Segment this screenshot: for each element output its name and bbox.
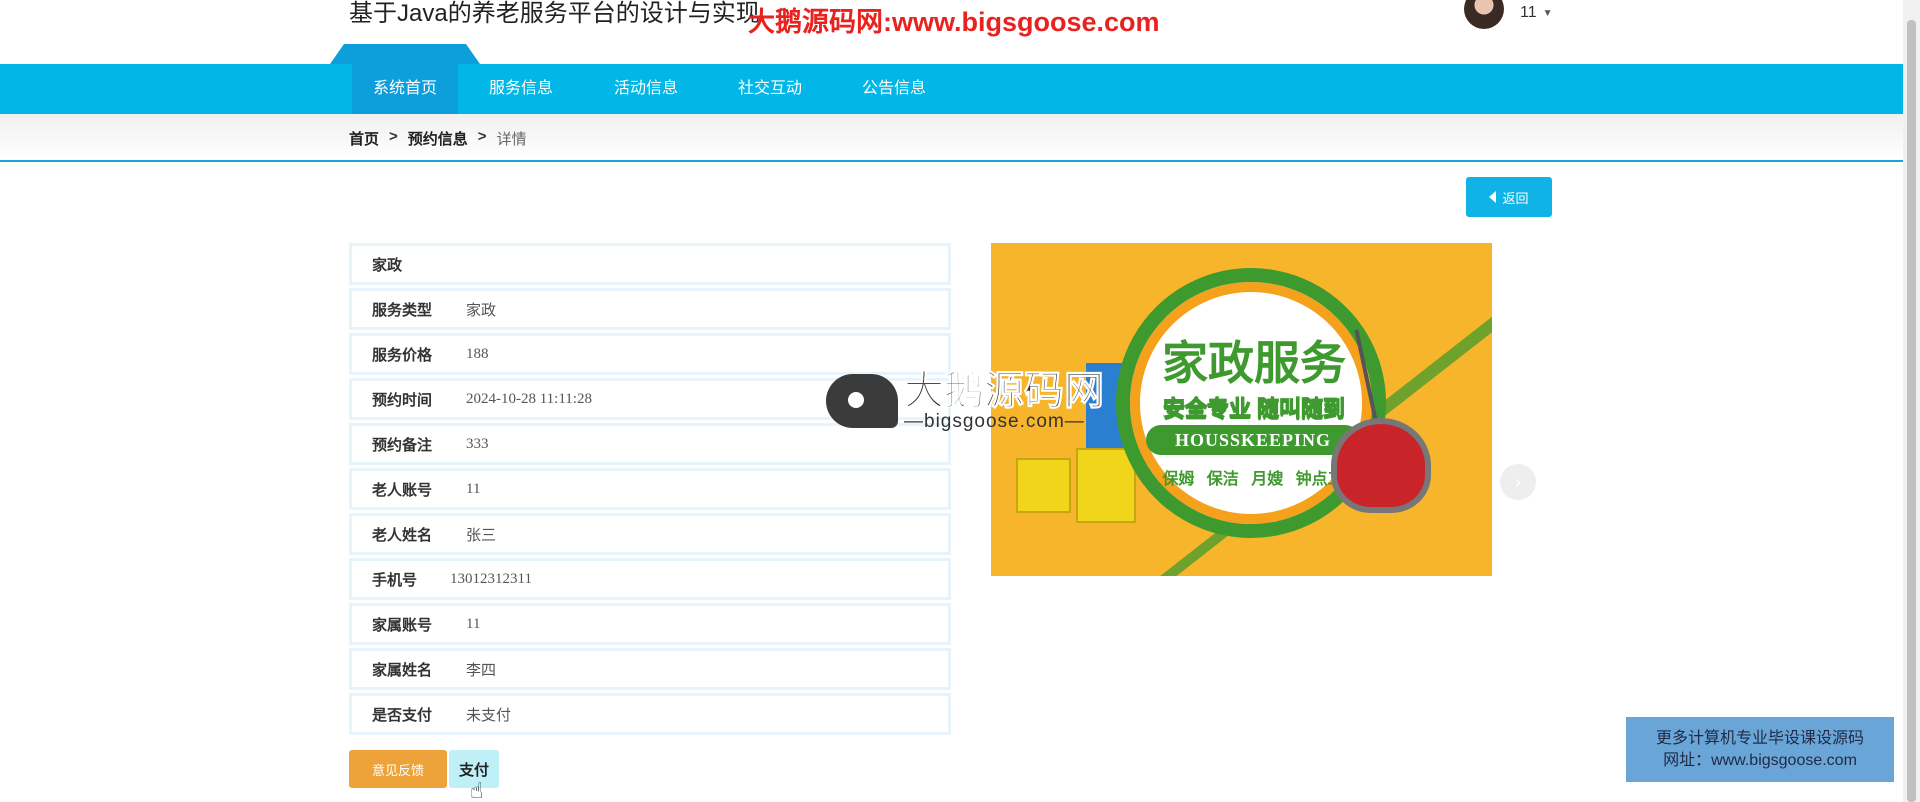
detail-value: 333 [466, 435, 489, 452]
detail-label: 服务类型 [372, 301, 433, 319]
detail-label: 家属姓名 [372, 661, 433, 679]
detail-value: 11 [466, 480, 481, 497]
detail-value: 2024-10-28 11:11:28 [466, 390, 592, 407]
bucket [1076, 448, 1136, 523]
detail-label: 老人姓名 [372, 526, 433, 544]
site-title: 基于Java的养老服务平台的设计与实现 [349, 0, 760, 27]
detail-label: 老人账号 [372, 481, 433, 499]
detail-row: 老人账号 11 [349, 468, 951, 510]
navbar [0, 64, 1903, 114]
nav-item-social[interactable]: 社交互动 [738, 64, 802, 114]
watermark-logo-title: 大鹅源码网 [904, 369, 1105, 413]
detail-value: 188 [466, 345, 489, 362]
nav-item-services[interactable]: 服务信息 [489, 64, 553, 114]
promo-line: 更多计算机专业毕设课设源码 [1655, 729, 1864, 747]
banner-services: 保姆 保洁 月嫂 钟点工 [1162, 471, 1344, 488]
user-menu[interactable]: 11 ▼ [1464, 0, 1553, 30]
detail-value: 13012312311 [450, 570, 532, 587]
breadcrumb-section[interactable]: 预约信息 [408, 128, 468, 149]
back-button-label: 返回 [1502, 190, 1529, 206]
hand-cursor-icon: ☝ [470, 778, 484, 802]
breadcrumb-current: 详情 [496, 131, 527, 148]
breadcrumb-separator: > [477, 128, 487, 145]
banner-headline: 家政服务 [1162, 337, 1346, 389]
breadcrumb: 首页 > 预约信息 > 详情 [349, 128, 527, 149]
detail-row: 服务类型 家政 [349, 288, 951, 330]
back-button[interactable]: 返回 [1466, 177, 1552, 217]
detail-row: 家属账号 11 [349, 603, 951, 645]
detail-value: 李四 [466, 662, 497, 679]
promo-line: 网址：www.bigsgoose.com [1663, 751, 1857, 769]
banner-subline: 安全专业 随叫随到 [1162, 396, 1346, 422]
watermark-text: 大鹅源码网:www.bigsgoose.com [748, 7, 1160, 37]
detail-row: 手机号 13012312311 [349, 558, 951, 600]
feedback-button[interactable]: 意见反馈 [349, 750, 447, 788]
detail-list: 家政 服务类型 家政 服务价格 188 预约时间 2024-10-28 11:1… [349, 243, 951, 738]
detail-row: 家属姓名 李四 [349, 648, 951, 690]
user-name[interactable]: 11 [1520, 4, 1537, 22]
bucket [1016, 458, 1071, 513]
detail-label: 手机号 [372, 571, 418, 589]
breadcrumb-bar [0, 114, 1903, 162]
watermark-logo: 大鹅源码网 —bigsgoose.com— [826, 369, 1105, 432]
detail-label: 是否支付 [372, 706, 433, 724]
caret-left-icon [1489, 191, 1497, 203]
detail-label: 预约备注 [372, 436, 433, 454]
avatar[interactable] [1464, 0, 1504, 29]
detail-row: 是否支付 未支付 [349, 693, 951, 735]
chevron-down-icon[interactable]: ▼ [1543, 8, 1553, 19]
promo-box: 更多计算机专业毕设课设源码 网址：www.bigsgoose.com [1626, 717, 1894, 782]
watermark-logo-url: —bigsgoose.com— [904, 411, 1085, 432]
detail-value: 11 [466, 615, 481, 632]
nav-item-home[interactable]: 系统首页 [330, 44, 480, 114]
banner-ribbon: HOUSSKEEPING [1146, 425, 1360, 455]
detail-label: 家属账号 [372, 616, 433, 634]
detail-row: 老人姓名 张三 [349, 513, 951, 555]
nav-item-activities[interactable]: 活动信息 [614, 64, 678, 114]
detail-row: 服务价格 188 [349, 333, 951, 375]
nav-item-notices[interactable]: 公告信息 [862, 64, 926, 114]
detail-value: 张三 [466, 527, 497, 544]
nav-item-label[interactable]: 系统首页 [352, 74, 458, 98]
breadcrumb-home[interactable]: 首页 [349, 128, 379, 149]
scrollbar[interactable] [1903, 0, 1920, 802]
detail-title: 家政 [372, 256, 403, 274]
detail-label: 服务价格 [372, 346, 433, 364]
detail-label: 预约时间 [372, 391, 433, 409]
carousel-next-button[interactable]: › [1500, 464, 1536, 500]
detail-title-row: 家政 [349, 243, 951, 285]
detail-value: 未支付 [466, 707, 512, 724]
scrollbar-thumb[interactable] [1907, 20, 1916, 802]
goose-logo-icon [826, 374, 898, 428]
breadcrumb-separator: > [389, 128, 398, 145]
detail-value: 家政 [466, 302, 497, 319]
vacuum-illustration [1331, 418, 1431, 513]
